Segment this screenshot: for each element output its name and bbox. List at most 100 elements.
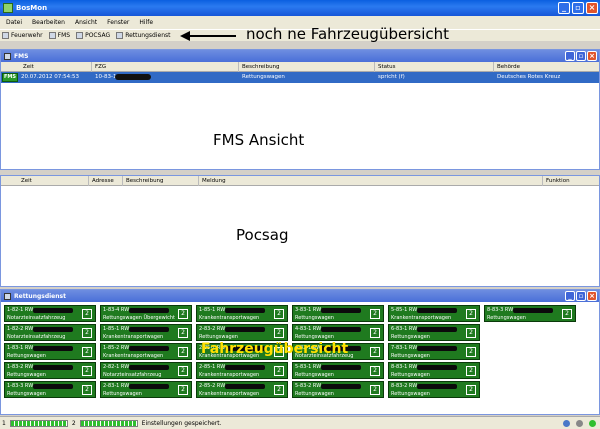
vehicle-callsign: 1-85-1 RW [103,326,130,332]
vehicle-callsign: 2-83-2 RW [199,326,226,332]
redaction [129,327,169,332]
vehicle-tile[interactable]: 1-83-1 RW Rettungswagen 2 [4,343,96,360]
vehicle-tile[interactable]: 2-82-1 RW Notarzteinsatzfahrzeug 2 [100,362,192,379]
vehicle-status: 2 [370,309,380,319]
status-counter-left: 1 [2,419,6,427]
vehicle-status: 2 [178,309,188,319]
redaction [225,365,265,370]
vehicle-tile[interactable]: 2-83-1 RW Rettungswagen 2 [100,381,192,398]
vehicle-status: 2 [370,328,380,338]
vehicle-type: Notarzteinsatzfahrzeug [103,372,162,378]
menu-fenster[interactable]: Fenster [107,19,129,26]
vehicle-type: Notarzteinsatzfahrzeug [7,334,66,340]
vehicle-type: Rettungswagen [199,334,238,340]
redaction [129,384,169,389]
col-zeit[interactable]: Zeit [21,178,32,184]
maximize-button[interactable]: ▫ [572,2,584,14]
fms-table-header: Zeit FZG Beschreibung Status Behörde [1,62,599,72]
col-beschreibung[interactable]: Beschreibung [126,178,164,184]
vehicle-tile[interactable]: 1-85-2 RW Krankentransportwagen 2 [100,343,192,360]
vehicle-tile[interactable]: 3-83-1 RW Rettungswagen 2 [292,305,384,322]
vehicle-tile[interactable]: 5-83-2 RW Rettungswagen 2 [292,381,384,398]
redaction [225,327,265,332]
vehicle-status: 2 [82,328,92,338]
col-funktion[interactable]: Funktion [546,178,570,184]
toolbar-fms[interactable]: FMS [48,32,70,39]
arrow-left-icon [180,31,236,41]
vehicle-tile[interactable]: 2-83-2 RW Rettungswagen 2 [196,324,288,341]
vehicle-callsign: 5-83-2 RW [295,383,322,389]
vehicle-tile[interactable]: 1-82-1 RW Notarzteinsatzfahrzeug 2 [4,305,96,322]
vehicle-tile[interactable]: 1-85-1 RW Krankentransportwagen 2 [100,324,192,341]
window-icon [4,52,11,60]
vehicle-type: Rettungswagen [295,391,334,397]
vehicle-tile[interactable]: 1-85-1 RW Krankentransportwagen 2 [196,305,288,322]
vehicle-callsign: 1-82-1 RW [7,307,34,313]
minimize-button[interactable]: _ [558,2,570,14]
vehicle-tile[interactable]: 1-82-2 RW Notarzteinsatzfahrzeug 2 [4,324,96,341]
network-icon[interactable] [563,420,570,427]
menu-bearbeiten[interactable]: Bearbeiten [32,19,65,26]
vehicle-tile[interactable]: 7-83-1 RW Rettungswagen 2 [388,343,480,360]
vehicle-tile[interactable]: 2-85-1 RW Krankentransportwagen 2 [196,362,288,379]
vehicle-callsign: 1-83-2 RW [7,364,34,370]
vehicle-type: Krankentransportwagen [199,315,260,321]
pocsag-table-header: Zeit Adresse Beschreibung Meldung Funkti… [1,176,599,186]
row-beschreibung: Rettungswagen [242,74,285,80]
fms-close-button[interactable]: × [587,51,597,61]
vehicle-callsign: 7-83-1 RW [391,345,418,351]
toolbar-pocsag[interactable]: POCSAG [76,32,110,39]
fms-annotation: FMS Ansicht [213,131,305,149]
rettungsdienst-panel-title-bar: Rettungsdienst _ ▫ × [1,290,599,302]
vehicle-type: Rettungswagen [7,372,46,378]
fms-panel-title-bar: FMS _ ▫ × [1,50,599,62]
menu-datei[interactable]: Datei [6,19,22,26]
vehicle-tile[interactable]: 5-85-1 RW Krankentransportwagen 2 [388,305,480,322]
col-status[interactable]: Status [378,64,396,70]
vehicle-status: 2 [82,347,92,357]
toolbar-annotation: noch ne Fahrzeugübersicht [246,25,449,43]
vehicle-tile[interactable]: 1-83-2 RW Rettungswagen 2 [4,362,96,379]
toolbar-feuerwehr[interactable]: Feuerwehr [2,32,43,39]
app-icon [3,3,13,13]
row-fzg: 10-83-1 [95,74,117,80]
vehicle-tile[interactable]: 6-83-1 RW Rettungswagen 2 [388,324,480,341]
col-meldung[interactable]: Meldung [202,178,226,184]
vehicle-tile[interactable]: 8-83-1 RW Rettungswagen 2 [388,362,480,379]
vehicle-tile[interactable]: 4-83-1 RW Rettungswagen 2 [292,324,384,341]
menu-hilfe[interactable]: Hilfe [139,19,153,26]
fms-maximize-button[interactable]: ▫ [576,51,586,61]
col-zeit[interactable]: Zeit [23,64,34,70]
vehicle-tile[interactable]: 5-83-1 RW Rettungswagen 2 [292,362,384,379]
vehicle-status: 2 [370,347,380,357]
vehicle-tile[interactable]: 2-85-2 RW Krankentransportwagen 2 [196,381,288,398]
close-button[interactable]: × [586,2,598,14]
fms-minimize-button[interactable]: _ [565,51,575,61]
col-behoerde[interactable]: Behörde [497,64,520,70]
rd-maximize-button[interactable]: ▫ [576,291,586,301]
rd-minimize-button[interactable]: _ [565,291,575,301]
vehicle-tile[interactable]: 8-83-3 RW Rettungswagen 2 [484,305,576,322]
col-beschreibung[interactable]: Beschreibung [242,64,280,70]
vehicle-tile[interactable]: 8-83-2 RW Rettungswagen 2 [388,381,480,398]
fms-table-row[interactable]: FMS 20.07.2012 07:54:53 10-83-1 Rettungs… [1,72,599,83]
vehicle-type: Rettungswagen [295,372,334,378]
vehicle-tile[interactable]: 1-83-4 RW Rettungswagen Übergewicht 2 [100,305,192,322]
fms-badge: FMS [2,73,18,82]
toolbar-rettungsdienst[interactable]: Rettungsdienst [116,32,171,39]
vehicle-callsign: 1-82-2 RW [7,326,34,332]
vehicle-type: Krankentransportwagen [391,315,452,321]
col-adresse[interactable]: Adresse [92,178,114,184]
progress-bar [79,419,138,427]
settings-icon[interactable] [576,420,583,427]
vehicle-status: 2 [178,366,188,376]
vehicle-callsign: 1-83-3 RW [7,383,34,389]
fms-panel: FMS _ ▫ × Zeit FZG Beschreibung Status B… [0,49,600,170]
vehicle-type: Krankentransportwagen [103,353,164,359]
vehicle-tile[interactable]: 1-83-3 RW Rettungswagen 2 [4,381,96,398]
rd-close-button[interactable]: × [587,291,597,301]
col-fzg[interactable]: FZG [95,64,106,70]
vehicle-status: 2 [466,347,476,357]
vehicle-status: 2 [274,385,284,395]
menu-ansicht[interactable]: Ansicht [75,19,97,26]
